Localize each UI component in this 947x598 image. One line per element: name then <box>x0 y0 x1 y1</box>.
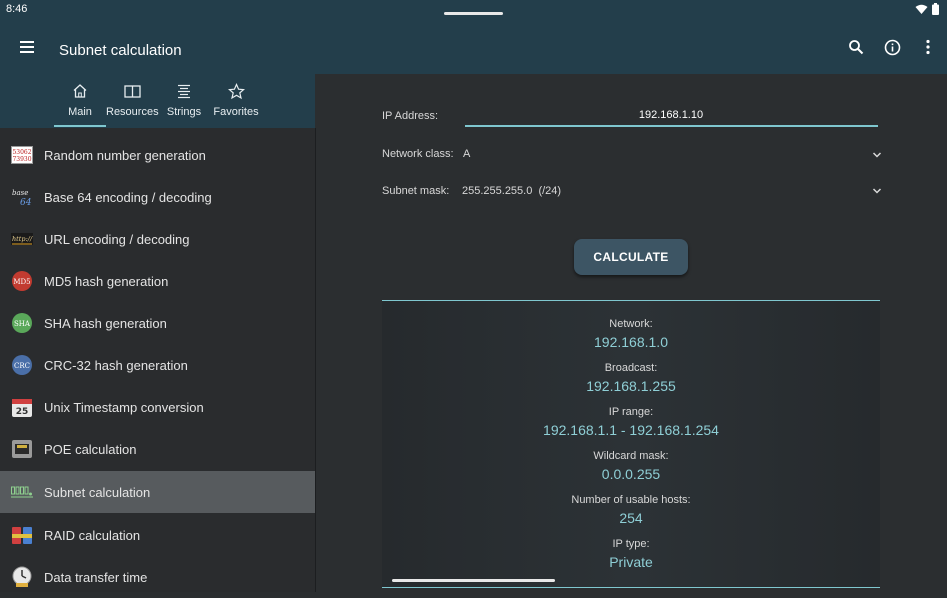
sidebar-item-subnet[interactable]: Subnet calculation <box>0 471 315 513</box>
svg-text:73930: 73930 <box>12 156 31 163</box>
text-align-icon <box>178 84 190 99</box>
svg-text:64: 64 <box>20 198 32 207</box>
ethernet-port-icon <box>11 438 33 460</box>
sidebar-item-label: POE calculation <box>44 441 137 457</box>
tab-indicator <box>54 125 106 127</box>
status-time: 8:46 <box>6 3 28 15</box>
star-icon <box>227 82 245 99</box>
ip-address-label: IP Address: <box>382 110 439 122</box>
info-icon <box>884 39 900 55</box>
result-label-network: Network: <box>609 318 653 330</box>
subnet-mask-select[interactable]: 255.255.255.0 (/24) <box>462 185 561 197</box>
sidebar-item-raid[interactable]: RAID calculation <box>0 514 315 556</box>
sidebar-item-label: Random number generation <box>44 147 206 163</box>
sha-icon: SHA <box>11 312 33 334</box>
svg-text:CRC: CRC <box>14 362 30 370</box>
calendar-icon: 25 <box>11 396 33 418</box>
network-class-label: Network class: <box>382 148 454 160</box>
notch-pill <box>444 12 503 15</box>
subnet-mask-label: Subnet mask: <box>382 185 450 197</box>
result-label-broadcast: Broadcast: <box>604 362 658 374</box>
menu-icon[interactable] <box>16 37 38 57</box>
result-label-ip-range: IP range: <box>608 406 654 418</box>
results-panel: Network: 192.168.1.0 Broadcast: 192.168.… <box>382 300 880 588</box>
tab-main[interactable]: Main <box>54 80 106 128</box>
sidebar: 53062 73930 Random number generation base… <box>0 128 316 592</box>
sidebar-item-crc32[interactable]: CRC CRC-32 hash generation <box>0 344 315 386</box>
category-tabs: Main Resources Strings Favorites <box>0 74 315 128</box>
svg-text:MD5: MD5 <box>13 278 30 286</box>
svg-text:SHA: SHA <box>14 320 31 328</box>
random-number-icon: 53062 73930 <box>11 144 33 166</box>
page-title: Subnet calculation <box>59 42 182 59</box>
sidebar-item-label: RAID calculation <box>44 527 141 543</box>
search-button[interactable] <box>845 36 867 58</box>
chevron-down-icon[interactable] <box>872 151 882 159</box>
svg-text:53062: 53062 <box>12 149 31 156</box>
ip-input-underline <box>465 125 878 127</box>
app-bar: Subnet calculation <box>0 20 947 74</box>
crc-icon: CRC <box>11 354 33 376</box>
url-icon: http:// <box>11 228 33 250</box>
sidebar-item-label: Base 64 encoding / decoding <box>44 189 212 205</box>
sidebar-item-label: SHA hash generation <box>44 315 167 331</box>
info-button[interactable] <box>881 36 903 58</box>
status-bar: 8:46 <box>0 0 947 20</box>
raid-icon <box>11 524 33 546</box>
sidebar-item-label: Subnet calculation <box>44 484 151 500</box>
result-label-ip-type: IP type: <box>612 538 650 550</box>
sidebar-item-label: MD5 hash generation <box>44 273 169 289</box>
svg-text:http://: http:// <box>12 235 33 243</box>
sidebar-item-poe[interactable]: POE calculation <box>0 428 315 470</box>
clock-icon <box>11 566 33 588</box>
base64-icon: base 64 <box>11 186 33 208</box>
result-value-usable-hosts: 254 <box>619 510 643 526</box>
ip-address-input[interactable]: 192.168.1.10 <box>466 109 876 121</box>
tab-label: Main <box>68 106 92 118</box>
status-icons <box>915 3 939 15</box>
search-icon <box>849 40 864 55</box>
sidebar-item-md5[interactable]: MD5 MD5 hash generation <box>0 260 315 302</box>
subnet-calculator-panel: IP Address: 192.168.1.10 Network class: … <box>316 74 947 592</box>
wifi-icon <box>915 4 928 14</box>
book-icon <box>123 84 141 98</box>
tab-resources[interactable]: Resources <box>106 80 159 128</box>
sidebar-item-sha[interactable]: SHA SHA hash generation <box>0 302 315 344</box>
battery-icon <box>932 3 939 15</box>
sidebar-item-base64[interactable]: base 64 Base 64 encoding / decoding <box>0 176 315 218</box>
sidebar-item-random-number[interactable]: 53062 73930 Random number generation <box>0 134 315 176</box>
more-vert-icon <box>926 39 930 55</box>
sidebar-item-label: CRC-32 hash generation <box>44 357 188 373</box>
home-icon <box>73 84 87 98</box>
result-value-broadcast: 192.168.1.255 <box>586 378 676 394</box>
result-label-usable-hosts: Number of usable hosts: <box>571 494 691 506</box>
sidebar-item-url[interactable]: http:// URL encoding / decoding <box>0 218 315 260</box>
result-label-wildcard: Wildcard mask: <box>593 450 669 462</box>
calculate-button[interactable]: CALCULATE <box>574 239 688 275</box>
chevron-down-icon[interactable] <box>872 187 882 195</box>
tab-label: Resources <box>106 106 159 118</box>
svg-text:base: base <box>12 189 28 197</box>
result-value-wildcard: 0.0.0.255 <box>601 466 661 482</box>
more-options-button[interactable] <box>917 36 939 58</box>
result-value-network: 192.168.1.0 <box>594 334 668 350</box>
subnet-icon <box>11 481 33 503</box>
network-class-select[interactable]: A <box>463 148 470 160</box>
md5-icon: MD5 <box>11 270 33 292</box>
result-value-ip-type: Private <box>609 554 653 570</box>
sidebar-item-label: Data transfer time <box>44 569 148 585</box>
svg-text:25: 25 <box>16 407 29 417</box>
scrollbar-thumb[interactable] <box>392 579 555 582</box>
sidebar-item-label: Unix Timestamp conversion <box>44 399 204 415</box>
result-value-ip-range: 192.168.1.1 - 192.168.1.254 <box>543 422 719 438</box>
tab-favorites[interactable]: Favorites <box>210 80 262 128</box>
tab-label: Strings <box>166 106 202 118</box>
sidebar-item-unix-timestamp[interactable]: 25 Unix Timestamp conversion <box>0 386 315 428</box>
tab-label: Favorites <box>213 106 259 118</box>
tab-strings[interactable]: Strings <box>158 80 210 128</box>
sidebar-item-label: URL encoding / decoding <box>44 231 190 247</box>
